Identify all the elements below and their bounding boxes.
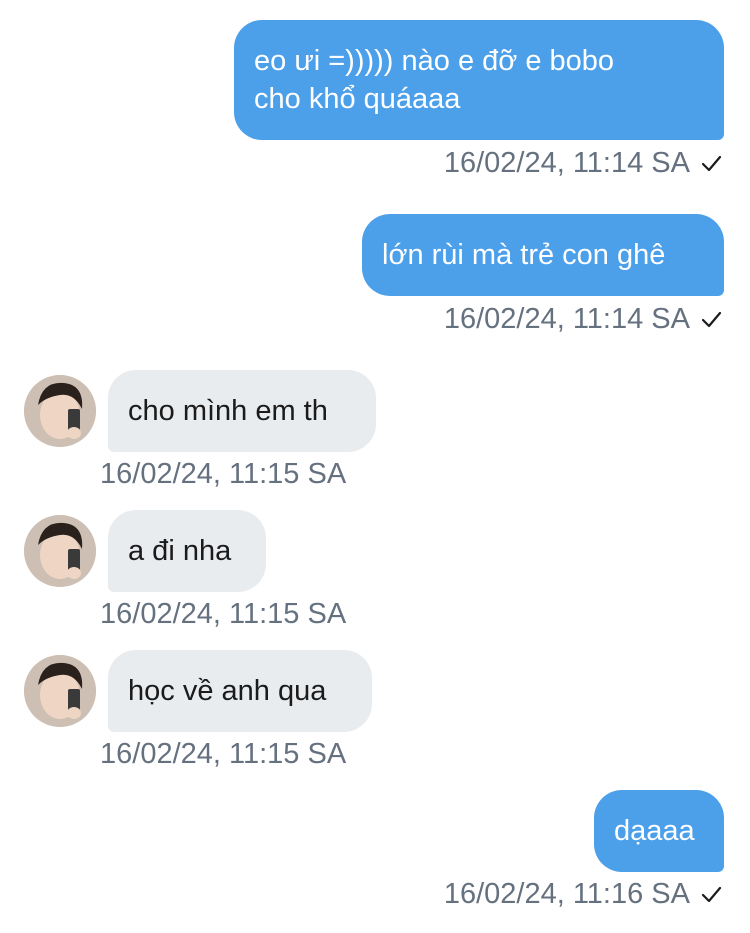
timestamp-text: 16/02/24, 11:15 SA — [100, 598, 347, 630]
avatar-photo-icon — [24, 515, 96, 587]
avatar-photo-icon — [24, 375, 96, 447]
timestamp-text: 16/02/24, 11:14 SA — [443, 147, 690, 179]
avatar[interactable] — [24, 655, 96, 727]
check-icon — [701, 155, 722, 172]
message-timestamp: 16/02/24, 11:15 SA — [100, 737, 346, 771]
avatar-photo-icon — [24, 655, 96, 727]
message-timestamp: 16/02/24, 11:16 SA — [444, 877, 722, 911]
message-bubble-sent[interactable]: dạaaa — [594, 790, 724, 872]
avatar[interactable] — [24, 515, 96, 587]
message-timestamp: 16/02/24, 11:15 SA — [100, 457, 346, 491]
check-icon — [701, 886, 722, 903]
avatar[interactable] — [24, 375, 96, 447]
message-timestamp: 16/02/24, 11:15 SA — [100, 597, 346, 631]
timestamp-text: 16/02/24, 11:15 SA — [100, 458, 347, 490]
message-bubble-sent[interactable]: eo ưi =))))) nào e đỡ e bobo cho khổ quá… — [234, 20, 724, 140]
timestamp-text: 16/02/24, 11:16 SA — [443, 878, 690, 910]
check-icon — [701, 311, 722, 328]
message-thread: eo ưi =))))) nào e đỡ e bobo cho khổ quá… — [0, 0, 750, 933]
message-timestamp: 16/02/24, 11:14 SA — [444, 302, 722, 336]
message-bubble-received[interactable]: cho mình em th — [108, 370, 376, 452]
message-bubble-sent[interactable]: lớn rùi mà trẻ con ghê — [362, 214, 724, 296]
timestamp-text: 16/02/24, 11:15 SA — [100, 738, 347, 770]
message-bubble-received[interactable]: a đi nha — [108, 510, 266, 592]
message-bubble-received[interactable]: học về anh qua — [108, 650, 372, 732]
message-timestamp: 16/02/24, 11:14 SA — [444, 146, 722, 180]
timestamp-text: 16/02/24, 11:14 SA — [443, 303, 690, 335]
